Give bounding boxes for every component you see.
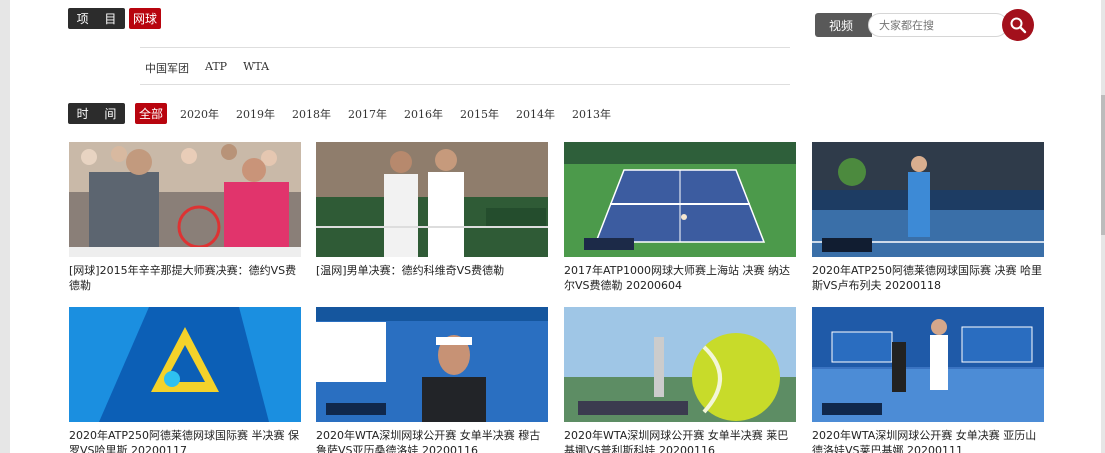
video-card[interactable]: [网球]2015年辛辛那提大师赛决赛：德约VS费德勒	[69, 142, 301, 293]
video-thumbnail[interactable]	[316, 142, 548, 257]
court-shenzhen-thumb	[812, 307, 1044, 422]
year-2017[interactable]: 2017年	[348, 106, 387, 122]
video-card[interactable]: 2017年ATP1000网球大师赛上海站 决赛 纳达尔VS费德勒 2020060…	[564, 142, 796, 293]
divider-bottom	[140, 84, 790, 85]
court-green-thumb	[564, 142, 796, 257]
year-all-chip[interactable]: 全部	[135, 103, 168, 124]
ball-closeup-thumb	[564, 307, 796, 422]
category-label: 项 目	[68, 8, 125, 29]
search-scope-label[interactable]: 视频	[815, 13, 872, 37]
handshake-crowd-thumb	[69, 142, 301, 257]
court-blue-thumb	[812, 142, 1044, 257]
sub-link-wta[interactable]: WTA	[243, 60, 269, 76]
video-thumbnail[interactable]	[812, 307, 1044, 422]
category-tennis-chip[interactable]: 网球	[129, 8, 162, 29]
year-2013[interactable]: 2013年	[572, 106, 611, 122]
player-portrait-thumb	[316, 307, 548, 422]
handshake-net-thumb	[316, 142, 548, 257]
video-thumbnail[interactable]	[316, 307, 548, 422]
sub-link-atp[interactable]: ATP	[205, 60, 227, 76]
search-bar: 视频	[815, 9, 1034, 41]
video-title[interactable]: [温网]男单决赛：德约科维奇VS费德勒	[316, 263, 548, 278]
video-thumbnail[interactable]	[69, 142, 301, 257]
video-title[interactable]: 2020年WTA深圳网球公开赛 女单决赛 亚历山德洛娃VS莱巴基娜 202001…	[812, 428, 1044, 453]
video-title[interactable]: 2020年WTA深圳网球公开赛 女单半决赛 莱巴基娜VS普利斯科娃 202001…	[564, 428, 796, 453]
search-button[interactable]	[1002, 9, 1034, 41]
time-row: 时 间 全部 2020年 2019年 2018年 2017年 2016年 201…	[68, 103, 628, 124]
search-icon	[1010, 17, 1027, 34]
year-2019[interactable]: 2019年	[236, 106, 275, 122]
video-title[interactable]: [网球]2015年辛辛那提大师赛决赛：德约VS费德勒	[69, 263, 301, 293]
video-card[interactable]: 2020年WTA深圳网球公开赛 女单半决赛 穆古鲁萨VS亚历桑德洛娃 20200…	[316, 307, 548, 453]
video-title[interactable]: 2017年ATP1000网球大师赛上海站 决赛 纳达尔VS费德勒 2020060…	[564, 263, 796, 293]
search-input[interactable]	[868, 13, 1008, 37]
year-filter: 全部 2020年 2019年 2018年 2017年 2016年 2015年 2…	[135, 103, 628, 124]
video-card[interactable]: 2020年WTA深圳网球公开赛 女单决赛 亚历山德洛娃VS莱巴基娜 202001…	[812, 307, 1044, 453]
scrollbar-thumb[interactable]	[1101, 95, 1105, 235]
video-card[interactable]: 2020年ATP250阿德莱德网球国际赛 半决赛 保罗VS哈里斯 2020011…	[69, 307, 301, 453]
video-title[interactable]: 2020年ATP250阿德莱德网球国际赛 半决赛 保罗VS哈里斯 2020011…	[69, 428, 301, 453]
year-2020[interactable]: 2020年	[180, 106, 219, 122]
video-thumbnail[interactable]	[812, 142, 1044, 257]
year-2014[interactable]: 2014年	[516, 106, 555, 122]
year-2016[interactable]: 2016年	[404, 106, 443, 122]
scrollbar-track[interactable]	[1101, 0, 1105, 453]
video-title[interactable]: 2020年WTA深圳网球公开赛 女单半决赛 穆古鲁萨VS亚历桑德洛娃 20200…	[316, 428, 548, 453]
video-title[interactable]: 2020年ATP250阿德莱德网球国际赛 决赛 哈里斯VS卢布列夫 202001…	[812, 263, 1044, 293]
video-card[interactable]: 2020年WTA深圳网球公开赛 女单半决赛 莱巴基娜VS普利斯科娃 202001…	[564, 307, 796, 453]
video-card[interactable]: 2020年ATP250阿德莱德网球国际赛 决赛 哈里斯VS卢布列夫 202001…	[812, 142, 1044, 293]
video-thumbnail[interactable]	[564, 307, 796, 422]
time-label: 时 间	[68, 103, 125, 124]
year-2015[interactable]: 2015年	[460, 106, 499, 122]
divider-top	[140, 47, 790, 48]
sub-category-links: 中国军团 ATP WTA	[145, 60, 285, 76]
video-thumbnail[interactable]	[69, 307, 301, 422]
sub-link-china[interactable]: 中国军团	[145, 60, 189, 76]
page: 项 目 网球 中国军团 ATP WTA 时 间 全部 2020年 2019年 2…	[10, 0, 1103, 453]
logo-blue-thumb	[69, 307, 301, 422]
video-card[interactable]: [温网]男单决赛：德约科维奇VS费德勒	[316, 142, 548, 278]
year-2018[interactable]: 2018年	[292, 106, 331, 122]
video-thumbnail[interactable]	[564, 142, 796, 257]
category-row: 项 目 网球	[68, 8, 162, 29]
